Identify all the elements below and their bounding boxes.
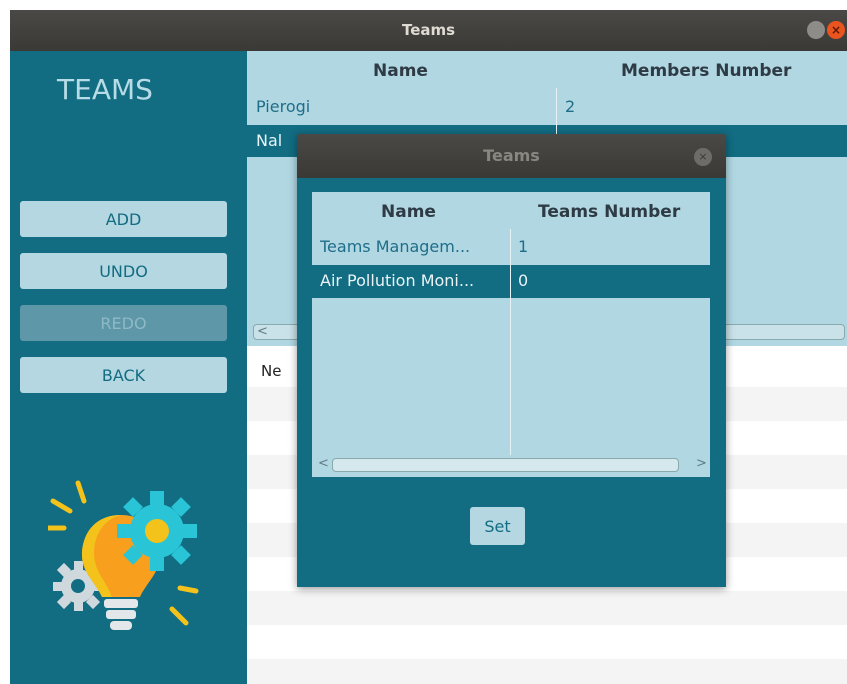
redo-button: REDO <box>20 305 227 341</box>
table-cell-teams-number[interactable]: 0 <box>518 271 528 290</box>
dialog-title: Teams <box>483 146 540 165</box>
column-header-name[interactable]: Name <box>373 61 428 81</box>
scroll-left-arrow[interactable]: < <box>257 324 268 339</box>
scroll-right-arrow[interactable]: > <box>696 456 707 471</box>
add-button[interactable]: ADD <box>20 201 227 237</box>
minimize-button[interactable] <box>807 21 825 39</box>
close-window-button[interactable]: × <box>827 21 845 39</box>
table-cell-name[interactable]: Teams Managem... <box>320 237 470 256</box>
column-divider <box>510 229 511 455</box>
window-title: Teams <box>401 21 456 39</box>
dialog-table: Name Teams Number Teams Managem... 1 Air… <box>312 192 710 477</box>
table-cell-name[interactable]: Air Pollution Moni... <box>320 271 474 290</box>
list-stripe <box>247 659 847 684</box>
list-stripe <box>247 591 847 625</box>
lightbulb-gears-icon <box>48 480 199 630</box>
set-button[interactable]: Set <box>470 507 525 545</box>
table-cell-members[interactable]: 2 <box>565 97 575 116</box>
sidebar: TEAMS ADD UNDO REDO BACK <box>10 51 247 684</box>
dialog-titlebar[interactable]: Teams × <box>297 134 726 178</box>
dialog-close-button[interactable]: × <box>694 148 712 166</box>
undo-button[interactable]: UNDO <box>20 253 227 289</box>
column-header-teams-number[interactable]: Teams Number <box>538 202 680 222</box>
scrollbar-track[interactable] <box>332 458 679 472</box>
teams-dialog: Teams × Name Teams Number Teams Managem.… <box>297 134 726 587</box>
dialog-horizontal-scrollbar[interactable]: < > <box>312 455 710 477</box>
table-cell-teams-number[interactable]: 1 <box>518 237 528 256</box>
app-window: Teams × TEAMS ADD UNDO REDO BACK Name Me… <box>10 10 847 684</box>
sidebar-heading: TEAMS <box>57 73 153 106</box>
table-cell-name[interactable]: Nal <box>256 131 282 150</box>
back-button[interactable]: BACK <box>20 357 227 393</box>
table-cell-name[interactable]: Pierogi <box>256 97 310 116</box>
list-item-text[interactable]: Ne <box>261 362 281 380</box>
column-header-members-number[interactable]: Members Number <box>621 61 791 81</box>
scroll-left-arrow[interactable]: < <box>318 456 329 471</box>
window-titlebar[interactable]: Teams × <box>10 10 847 51</box>
column-header-name[interactable]: Name <box>381 202 436 222</box>
